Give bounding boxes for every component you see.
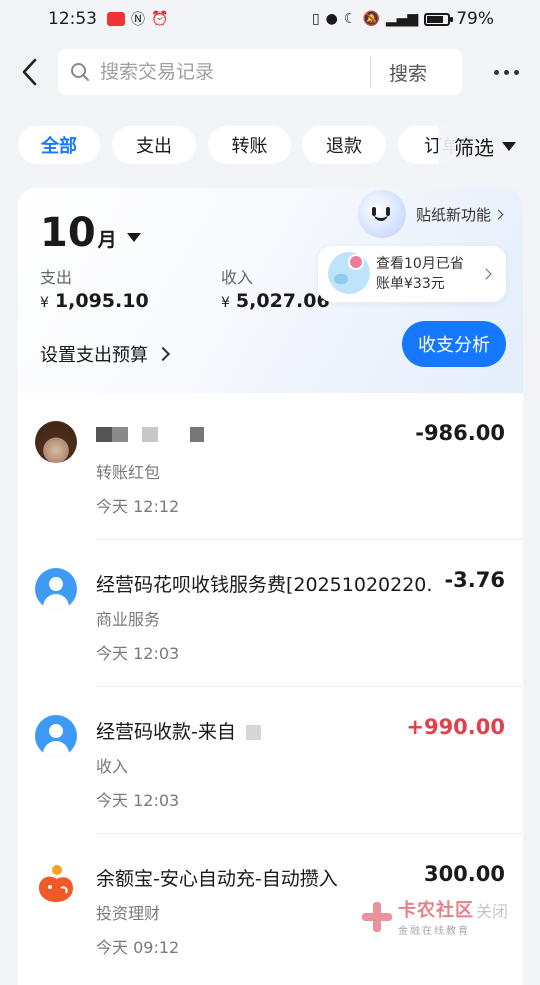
transaction-title-redacted [96, 423, 218, 445]
month-number: 10 [40, 210, 96, 256]
watermark-logo-icon [362, 901, 392, 932]
sticker-face-icon [358, 190, 406, 238]
battery-icon [424, 12, 454, 26]
location-icon: ● [325, 11, 338, 27]
transaction-title: 经营码收款-来自 [96, 717, 275, 744]
transaction-time: 今天 12:12 [96, 497, 180, 516]
budget-label: 设置支出预算 [40, 345, 148, 366]
transaction-category: 商业服务 [96, 610, 161, 629]
savings-text: 查看10月已省 账单¥33元 [376, 254, 464, 294]
savings-line-1: 查看10月已省 [376, 256, 464, 272]
moon-icon: ☾ [343, 11, 357, 27]
mute-icon: 🔕 [362, 11, 380, 27]
transaction-amount: -3.76 [444, 568, 505, 592]
search-box[interactable]: 搜索 [58, 49, 462, 95]
alarm-icon: ⏰ [151, 11, 169, 27]
transaction-row[interactable]: 经营码收款-来自 +990.00 收入 今天 12:03 [18, 687, 523, 834]
chip-all[interactable]: 全部 [18, 126, 100, 164]
savings-line-2: 账单¥33元 [376, 276, 445, 292]
chevron-right-icon [155, 346, 171, 362]
set-budget-link[interactable]: 设置支出预算 [40, 341, 171, 367]
search-button[interactable]: 搜索 [371, 59, 445, 86]
income-currency: ¥ [221, 295, 230, 311]
transaction-category: 转账红包 [96, 463, 161, 482]
chip-transfer[interactable]: 转账 [208, 126, 291, 164]
transaction-time: 今天 12:03 [96, 644, 180, 663]
watermark-close[interactable]: 关闭 [476, 898, 508, 922]
piggy-bank-icon [328, 252, 370, 294]
signal-icon: ▂▄▆ [385, 11, 419, 27]
month-unit: 月 [97, 229, 117, 251]
caret-down-icon [502, 141, 516, 151]
expense-total: ¥1,095.10 [40, 290, 149, 312]
filter-label: 筛选 [454, 135, 494, 160]
expense-label: 支出 [40, 268, 73, 287]
income-value: 5,027.06 [235, 290, 330, 312]
caret-down-icon [126, 233, 141, 242]
user-avatar-icon [35, 568, 77, 610]
transaction-row[interactable]: -986.00 转账红包 今天 12:12 [18, 393, 523, 540]
status-time: 12:53 [48, 9, 97, 29]
more-dot-icon [503, 69, 509, 75]
battery-fill [427, 15, 444, 23]
status-bar: 12:53 Ⓝ ⏰ ▯ ● ☾ 🔕 ▂▄▆ 79% [0, 0, 540, 38]
transaction-row[interactable]: 经营码花呗收钱服务费[2025102022​0... -3.76 商业服务 今天… [18, 540, 523, 687]
chevron-right-icon [493, 209, 504, 219]
expense-value: 1,095.10 [54, 290, 149, 312]
transaction-amount: +990.00 [406, 715, 505, 739]
app-icon [107, 12, 125, 26]
status-right-icons: ▯ ● ☾ 🔕 ▂▄▆ 79% [312, 9, 494, 29]
battery-percent: 79% [456, 9, 494, 29]
transaction-time: 今天 12:03 [96, 791, 180, 810]
filter-button[interactable]: 筛选 [438, 126, 540, 166]
transaction-category: 收入 [96, 757, 129, 776]
savings-bubble[interactable]: 查看10月已省 账单¥33元 [318, 246, 506, 302]
chip-expense[interactable]: 支出 [112, 126, 196, 164]
watermark-text: 卡农社区 金融在线教育 [398, 896, 474, 937]
vibrate-icon: ▯ [311, 11, 320, 27]
nfc-icon: Ⓝ [131, 12, 145, 28]
month-selector[interactable]: 10 月 [40, 210, 141, 256]
transaction-time: 今天 09:12 [96, 938, 180, 957]
transaction-title: 经营码花呗收钱服务费[2025102022​0... [96, 574, 434, 596]
sticker-promo-label: 贴纸新功能 [416, 205, 492, 224]
income-expense-analysis-button[interactable]: 收支分析 [402, 321, 506, 367]
community-watermark: 卡农社区 金融在线教育 关闭 [362, 896, 508, 937]
transaction-title: 余额宝-安心自动充-自动攒入 [96, 868, 338, 890]
chevron-right-icon [480, 268, 492, 280]
income-total: ¥5,027.06 [221, 290, 330, 312]
user-avatar-icon [35, 715, 77, 757]
search-icon [71, 63, 89, 81]
filter-chips: 全部 支出 转账 退款 订单 筛选 [0, 126, 540, 166]
more-dot-icon [493, 69, 499, 75]
transaction-category: 投资理财 [96, 904, 161, 923]
back-button[interactable] [16, 56, 44, 88]
yuebao-icon [35, 862, 77, 904]
search-input[interactable] [100, 61, 370, 83]
more-button[interactable] [486, 58, 526, 86]
chevron-left-icon [22, 58, 37, 86]
header: 搜索 [0, 48, 540, 96]
income-label: 收入 [221, 268, 254, 287]
expense-currency: ¥ [40, 295, 49, 311]
watermark-sub: 金融在线教育 [398, 926, 470, 937]
watermark-main: 卡农社区 [398, 900, 474, 921]
avatar [35, 421, 77, 463]
sticker-feature-promo[interactable]: 贴纸新功能 [358, 190, 504, 238]
status-left-icons: Ⓝ ⏰ [107, 9, 168, 29]
more-dot-icon [513, 69, 519, 75]
monthly-summary-card: 10 月 支出 ¥1,095.10 收入 ¥5,027.06 设置支出预算 贴纸… [18, 188, 523, 393]
transaction-amount: 300.00 [423, 862, 505, 886]
chip-refund[interactable]: 退款 [302, 126, 386, 164]
transaction-amount: -986.00 [415, 421, 505, 445]
transaction-title-text: 经营码收款-来自 [96, 721, 236, 743]
